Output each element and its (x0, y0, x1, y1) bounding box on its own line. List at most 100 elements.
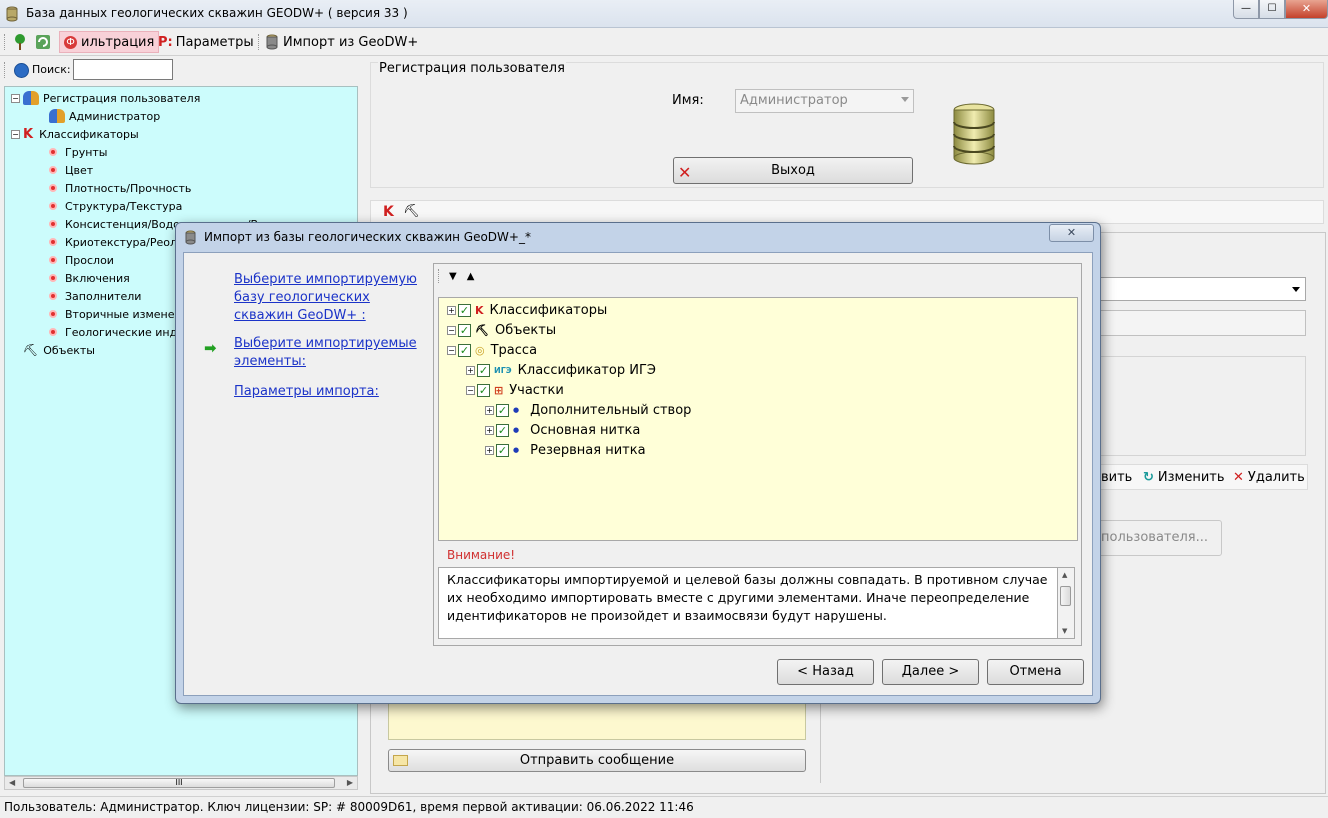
delete-icon: ✕ (1233, 470, 1244, 485)
tree-item[interactable]: Администратор (49, 107, 160, 125)
element-checkbox[interactable]: ✓ (458, 323, 471, 337)
tree-expander-icon[interactable]: + (447, 305, 456, 315)
step-select-elements-link[interactable]: Выберите импортируемые элементы: (234, 335, 424, 371)
right-box (1096, 356, 1306, 456)
delete-button[interactable]: ✕ Удалить (1233, 470, 1305, 485)
tree-icon-button[interactable] (12, 31, 28, 53)
cancel-button[interactable]: Отмена (987, 659, 1084, 685)
params-button[interactable]: P: Параметры (158, 31, 254, 53)
tree-expander-icon[interactable]: + (485, 425, 494, 435)
toolbar-grip (438, 269, 439, 283)
tree-expander-icon[interactable]: − (447, 345, 456, 355)
right-select[interactable] (1096, 277, 1306, 301)
search-grip (4, 62, 5, 78)
tree-item[interactable]: ⛏ Объекты (11, 341, 95, 359)
scroll-down-icon[interactable]: ▼ (1062, 627, 1067, 635)
tree-item-label: Заполнители (65, 289, 142, 303)
search-input[interactable] (73, 59, 173, 80)
close-icon: ✕ (678, 163, 692, 182)
back-button[interactable]: < Назад (777, 659, 874, 685)
message-textarea[interactable] (388, 700, 806, 740)
tree-item[interactable]: Включения (49, 269, 130, 287)
element-type-icon: K (475, 303, 484, 317)
tree-item[interactable]: Грунты (49, 143, 108, 161)
element-checkbox[interactable]: ✓ (496, 403, 509, 417)
edit-button[interactable]: ↻ Изменить (1143, 470, 1225, 485)
element-tree-item[interactable]: − ✓ ⛏ Объекты (447, 321, 556, 339)
add-button[interactable]: вить (1101, 470, 1132, 485)
filter-tab[interactable]: Ф ильтрация (59, 31, 160, 53)
element-tree-item[interactable]: + ✓ ● Основная нитка (485, 421, 640, 439)
element-checkbox[interactable]: ✓ (477, 363, 490, 377)
user-button[interactable]: пользователя... (1096, 520, 1222, 556)
tree-expander-icon[interactable]: + (485, 445, 494, 455)
tree-item[interactable]: Структура/Текстура (49, 197, 182, 215)
chevron-down-icon (1292, 287, 1300, 292)
tree-expander-icon[interactable]: − (447, 325, 456, 335)
dialog-close-button[interactable]: ✕ (1049, 224, 1094, 242)
element-type-icon: ● (513, 406, 520, 414)
window-title: База данных геологических скважин GEODW+… (26, 6, 408, 20)
database-icon (185, 230, 196, 245)
step-import-params-link[interactable]: Параметры импорта: (234, 383, 424, 401)
tree-expander-icon[interactable]: − (466, 385, 475, 395)
element-tree-item[interactable]: − ✓ ⊞ Участки (466, 381, 564, 399)
right-field[interactable] (1096, 310, 1306, 336)
name-select[interactable]: Администратор (735, 89, 914, 113)
element-checkbox[interactable]: ✓ (458, 303, 471, 317)
send-message-button[interactable]: Отправить сообщение (388, 749, 806, 772)
refresh-icon-button[interactable] (35, 31, 51, 53)
name-label: Имя: (672, 93, 704, 108)
scrollbar-thumb[interactable] (1060, 586, 1071, 606)
element-checkbox[interactable]: ✓ (496, 443, 509, 457)
elements-toolbar: ▼ ▲ (438, 266, 474, 286)
tree-item[interactable]: − Регистрация пользователя (11, 89, 200, 107)
tree-expander-icon[interactable]: + (466, 365, 475, 375)
element-tree-item[interactable]: + ✓ ● Дополнительный створ (485, 401, 691, 419)
close-button[interactable]: ✕ (1285, 0, 1328, 19)
bullet-icon (49, 184, 57, 192)
search-label: Поиск: (32, 63, 71, 76)
tree-item[interactable]: − K Классификаторы (11, 125, 139, 143)
element-type-icon: ◎ (475, 343, 485, 357)
element-checkbox[interactable]: ✓ (477, 383, 490, 397)
tree-item[interactable]: Плотность/Прочность (49, 179, 191, 197)
tree-item[interactable]: Заполнители (49, 287, 141, 305)
element-tree-item[interactable]: + ✓ ● Резервная нитка (485, 441, 646, 459)
tree-item-label: Прослои (65, 253, 114, 267)
element-checkbox[interactable]: ✓ (458, 343, 471, 357)
element-checkbox[interactable]: ✓ (496, 423, 509, 437)
next-button[interactable]: Далее > (882, 659, 979, 685)
tree-expander-icon[interactable]: − (11, 93, 20, 103)
scroll-left-icon[interactable]: ◀ (9, 778, 15, 787)
maximize-button[interactable]: ☐ (1259, 0, 1285, 19)
element-tree-label: Резервная нитка (530, 442, 646, 458)
expand-all-icon[interactable]: ▲ (467, 271, 475, 282)
tree-item[interactable]: Вторичные изменения (49, 305, 195, 323)
scrollbar-thumb[interactable]: III (23, 778, 335, 788)
k-icon[interactable]: K (383, 204, 394, 220)
name-select-value: Администратор (740, 93, 848, 108)
element-tree-item[interactable]: + ✓ ИГЭ Классификатор ИГЭ (466, 361, 656, 379)
element-tree-item[interactable]: − ✓ ◎ Трасса (447, 341, 537, 359)
tree-expander-icon[interactable]: − (11, 129, 20, 139)
tree-expander-icon[interactable]: + (485, 405, 494, 415)
database-stack-icon (953, 103, 995, 165)
drill-icon[interactable]: ⛏ (403, 204, 420, 219)
step-select-database-link[interactable]: Выберите импортируемую базу геологически… (234, 271, 424, 325)
warning-scrollbar[interactable]: ▲ ▼ (1058, 567, 1075, 639)
tree-horizontal-scrollbar[interactable]: ◀ III ▶ (4, 776, 358, 790)
import-button[interactable]: Импорт из GeoDW+ (266, 31, 418, 53)
collapse-all-icon[interactable]: ▼ (449, 271, 457, 282)
element-tree-item[interactable]: + ✓ K Классификаторы (447, 301, 607, 319)
tree-item-label: Администратор (69, 109, 161, 123)
exit-button[interactable]: ✕ Выход (673, 157, 913, 184)
minimize-button[interactable]: — (1233, 0, 1259, 19)
scroll-up-icon[interactable]: ▲ (1062, 571, 1067, 579)
tree-item[interactable]: Прослои (49, 251, 114, 269)
send-message-label: Отправить сообщение (519, 753, 675, 768)
scroll-right-icon[interactable]: ▶ (347, 778, 353, 787)
tree-item[interactable]: Цвет (49, 161, 93, 179)
tree-expander-icon[interactable] (11, 346, 20, 355)
tree-item-label: Цвет (65, 163, 94, 177)
